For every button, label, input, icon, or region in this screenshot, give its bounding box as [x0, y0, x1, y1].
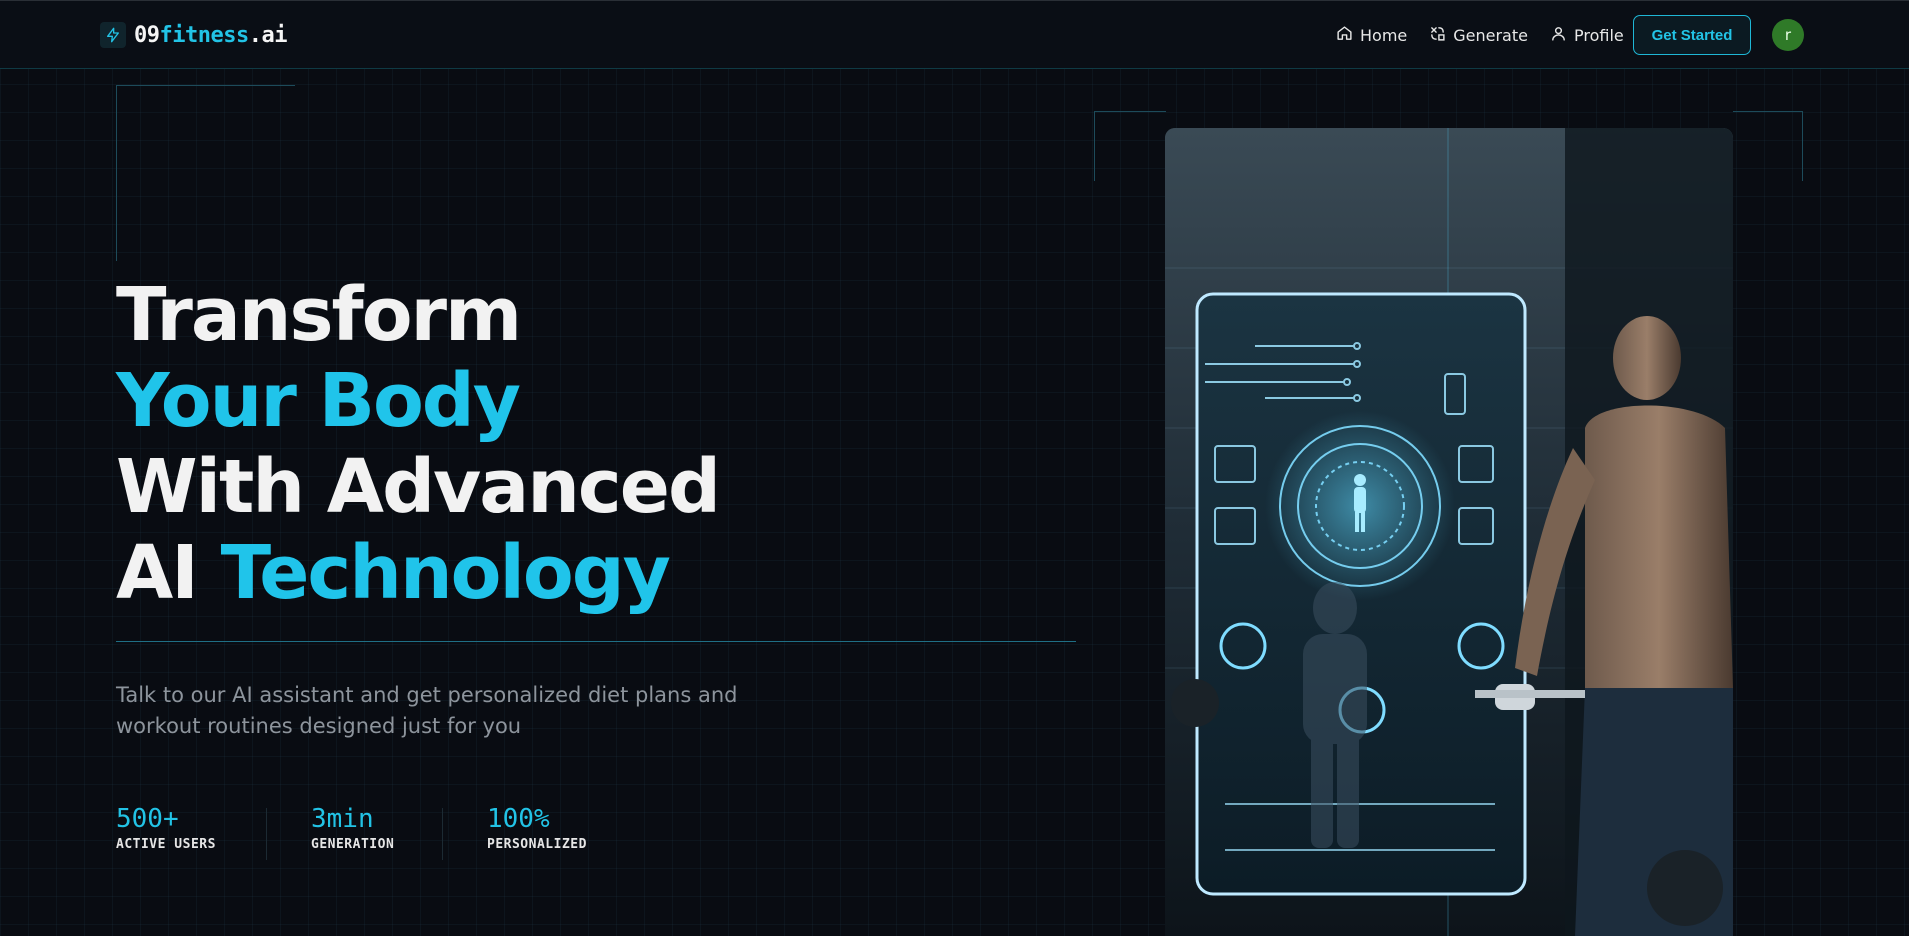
get-started-button[interactable]: Get Started [1633, 15, 1751, 55]
brand-name-part1: 09 [134, 22, 160, 48]
home-icon [1336, 25, 1360, 46]
brand-name: 09fitness.ai [134, 23, 287, 48]
stat-value: 500+ [116, 804, 179, 834]
bolt-icon [100, 22, 126, 48]
frame-line-image-left-v [1094, 111, 1095, 181]
hero-image [1165, 128, 1733, 936]
smart-mirror-illustration [1165, 128, 1733, 936]
nav-profile-label: Profile [1573, 25, 1624, 45]
frame-line-image-right-v [1802, 111, 1803, 181]
frame-line-top-left-v [116, 85, 117, 261]
hero-title: Transform Your Body With Advanced AI Tec… [116, 272, 1016, 616]
stat-label: ACTIVE USERS [116, 837, 216, 852]
brand-name-part2: fitness [159, 22, 250, 48]
stat-label: PERSONALIZED [487, 837, 587, 852]
hero-title-line1: Transform [116, 272, 522, 358]
stat-value: 100% [487, 804, 550, 834]
hero-title-line4-b: Technology [220, 530, 671, 616]
brand-name-part3: .ai [248, 22, 288, 48]
hero-subtitle: Talk to our AI assistant and get persona… [116, 683, 738, 738]
stat-label: GENERATION [311, 837, 395, 852]
stat-divider [266, 808, 267, 860]
stat-personalized: 100% PERSONALIZED [487, 803, 587, 852]
hero-title-line2: Your Body [116, 358, 521, 444]
nav-home[interactable]: Home [1336, 23, 1407, 47]
navbar: 09fitness.ai Home Generate Profile Get S… [0, 0, 1909, 69]
stat-divider [442, 808, 443, 860]
stat-value: 3min [311, 804, 374, 834]
frame-line-image-left-h [1094, 111, 1166, 112]
hero-title-line4: AI Technology [116, 530, 1016, 616]
frame-line-image-right-h [1733, 111, 1803, 112]
user-icon [1550, 25, 1574, 46]
hero-divider [116, 641, 1076, 642]
hero-title-line4-a: AI [116, 530, 221, 616]
frame-line-top-left-h [116, 85, 295, 86]
nav-links: Home Generate Profile [1336, 23, 1646, 47]
nav-profile[interactable]: Profile [1550, 23, 1624, 47]
nav-generate-label: Generate [1453, 25, 1528, 45]
avatar[interactable]: r [1772, 19, 1804, 51]
nav-home-label: Home [1360, 25, 1408, 45]
hero-title-line3: With Advanced [116, 444, 721, 530]
nav-generate[interactable]: Generate [1429, 23, 1528, 47]
stat-active-users: 500+ ACTIVE USERS [116, 803, 216, 852]
brand-logo[interactable]: 09fitness.ai [100, 21, 287, 49]
generate-icon [1429, 25, 1453, 46]
stat-generation: 3min GENERATION [311, 803, 394, 852]
